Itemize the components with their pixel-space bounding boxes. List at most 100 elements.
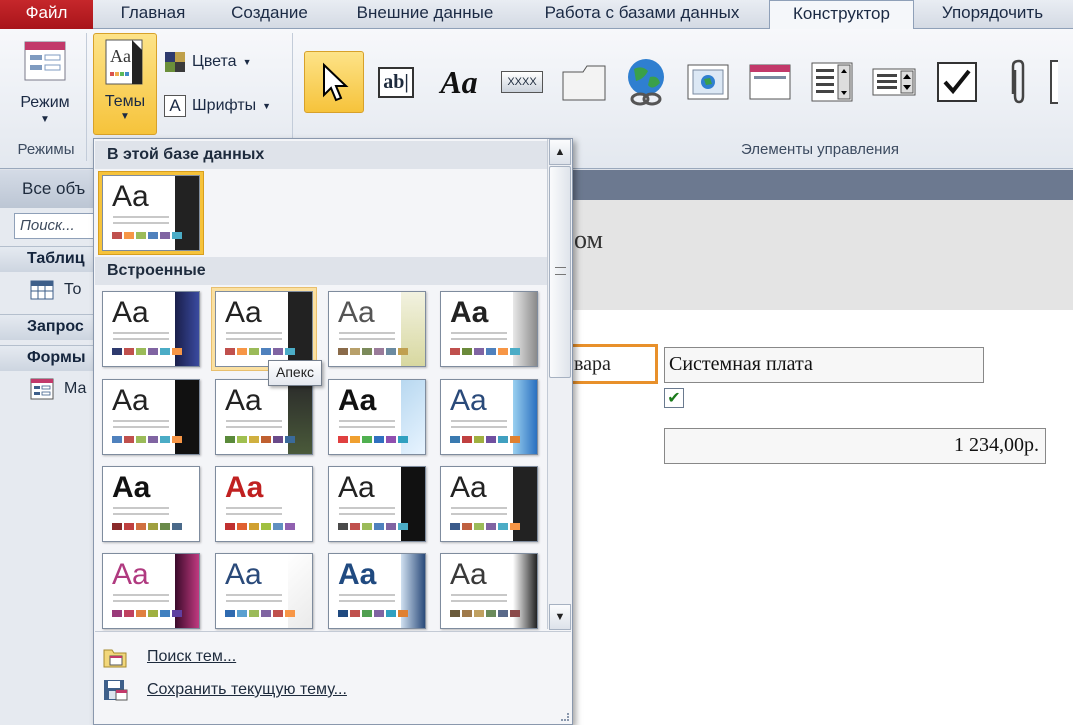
theme-color-swatch: [474, 436, 484, 443]
theme-color-swatch: [350, 610, 360, 617]
scroll-thumb[interactable]: [549, 166, 571, 378]
nav-item-label: То: [64, 281, 82, 298]
tab-database-tools[interactable]: Работа с базами данных: [522, 0, 762, 29]
builtin-theme-thumb[interactable]: Aa: [215, 466, 313, 542]
theme-color-swatch: [249, 523, 259, 530]
theme-color-swatch: [462, 610, 472, 617]
theme-color-swatch: [474, 523, 484, 530]
builtin-theme-thumb[interactable]: Aa: [440, 466, 538, 542]
in-stock-checkbox[interactable]: ✔: [664, 388, 684, 408]
tab-home[interactable]: Главная: [103, 0, 203, 29]
theme-preview-text-line: [451, 420, 507, 422]
builtin-theme-thumb[interactable]: Aa: [328, 553, 426, 629]
form-icon: [30, 378, 54, 400]
builtin-theme-thumb[interactable]: Aa: [215, 379, 313, 455]
tab-control-button[interactable]: [556, 51, 612, 113]
label-control-button[interactable]: Aa: [430, 51, 488, 113]
builtin-theme-thumb[interactable]: Aa: [102, 291, 200, 367]
theme-preview-text-line: [339, 600, 395, 602]
theme-color-swatch: [338, 610, 348, 617]
theme-color-swatch: [148, 523, 158, 530]
colors-button[interactable]: Цвета ▼: [164, 51, 252, 73]
theme-color-swatch: [136, 348, 146, 355]
theme-color-swatch: [273, 436, 283, 443]
option-group-icon: [811, 62, 853, 102]
tab-arrange[interactable]: Упорядочить: [920, 0, 1065, 29]
theme-color-swatch: [112, 523, 122, 530]
builtin-theme-thumb[interactable]: Aa: [102, 379, 200, 455]
hyperlink-control-button[interactable]: [618, 51, 674, 113]
theme-color-swatch: [362, 610, 372, 617]
builtin-theme-thumb[interactable]: Aa: [102, 466, 200, 542]
nav-search-input[interactable]: Поиск...: [14, 213, 100, 239]
theme-preview-palette: [338, 610, 408, 617]
price-field[interactable]: 1 234,00р.: [664, 428, 1046, 464]
builtin-theme-thumb[interactable]: Aa: [215, 291, 313, 367]
save-theme-icon: [104, 680, 128, 701]
tab-file[interactable]: Файл: [0, 0, 93, 29]
builtin-theme-thumb[interactable]: Aa: [102, 553, 200, 629]
nav-section-forms[interactable]: Формы: [0, 345, 100, 371]
theme-preview-font-sample: Aa: [225, 558, 262, 591]
builtin-theme-thumb[interactable]: Aa: [328, 379, 426, 455]
builtin-theme-thumb[interactable]: Aa: [328, 291, 426, 367]
chevron-down-icon: ▼: [40, 114, 50, 125]
theme-color-swatch: [350, 523, 360, 530]
theme-color-swatch: [160, 523, 170, 530]
textbox-control-button[interactable]: ab|: [370, 51, 422, 113]
nav-item-table[interactable]: То: [30, 280, 81, 300]
view-button[interactable]: Режим ▼: [8, 35, 82, 135]
builtin-theme-thumb[interactable]: Aa: [215, 553, 313, 629]
gallery-scrollbar[interactable]: ▲ ▼: [547, 139, 572, 630]
more-controls-button[interactable]: [1050, 51, 1073, 113]
theme-preview-text-line: [339, 594, 395, 596]
web-browser-control-button[interactable]: [680, 51, 736, 113]
builtin-theme-thumb[interactable]: Aa: [440, 291, 538, 367]
navigation-control-button[interactable]: [742, 51, 798, 113]
nav-pane-header[interactable]: Все объ: [0, 170, 100, 208]
theme-preview-text-line: [226, 594, 282, 596]
browse-themes-item[interactable]: Поиск тем...: [95, 644, 571, 670]
scroll-right-icon: [1050, 60, 1058, 104]
resize-grip-icon[interactable]: [561, 713, 569, 721]
save-theme-item[interactable]: Сохранить текущую тему...: [95, 677, 571, 703]
theme-preview-palette: [225, 348, 295, 355]
nav-section-tables[interactable]: Таблиц: [0, 246, 100, 272]
product-name-label[interactable]: вара: [561, 344, 658, 384]
nav-item-form[interactable]: Ма: [30, 378, 86, 400]
attachment-control-button[interactable]: [994, 51, 1044, 113]
fonts-button[interactable]: A Шрифты ▼: [164, 95, 271, 117]
tab-external-data[interactable]: Внешние данные: [335, 0, 515, 29]
theme-color-swatch: [362, 436, 372, 443]
builtin-theme-thumb[interactable]: Aa: [440, 379, 538, 455]
nav-item-label: Ма: [64, 380, 87, 397]
checkbox-control-button[interactable]: [928, 51, 986, 113]
theme-preview-text-line: [113, 332, 169, 334]
theme-preview-font-sample: Aa: [338, 471, 375, 504]
theme-color-swatch: [285, 348, 295, 355]
button-control-button[interactable]: XXXX: [494, 51, 550, 113]
product-name-field[interactable]: Системная плата: [664, 347, 984, 383]
theme-color-swatch: [386, 523, 396, 530]
builtin-theme-thumb[interactable]: Aa: [440, 553, 538, 629]
current-database-theme[interactable]: Aa: [102, 175, 200, 251]
combo-box-control-button[interactable]: [866, 51, 922, 113]
tab-design[interactable]: Конструктор: [769, 0, 914, 30]
theme-color-swatch: [398, 610, 408, 617]
builtin-theme-thumb[interactable]: Aa: [328, 466, 426, 542]
scroll-down-button[interactable]: ▼: [549, 604, 571, 630]
themes-button[interactable]: Aa Темы ▼: [93, 33, 157, 135]
form-title: ом: [574, 225, 603, 254]
theme-preview-text-line: [339, 420, 395, 422]
option-group-control-button[interactable]: [804, 51, 860, 113]
theme-preview-font-sample: Aa: [225, 471, 264, 504]
tab-create[interactable]: Создание: [212, 0, 327, 29]
select-pointer-button[interactable]: [304, 51, 364, 113]
theme-color-swatch: [450, 436, 460, 443]
scroll-up-button[interactable]: ▲: [549, 139, 571, 165]
theme-preview-palette: [338, 348, 408, 355]
theme-preview-text-line: [226, 600, 282, 602]
theme-color-swatch: [350, 348, 360, 355]
nav-section-queries[interactable]: Запрос: [0, 314, 100, 340]
theme-color-swatch: [172, 436, 182, 443]
